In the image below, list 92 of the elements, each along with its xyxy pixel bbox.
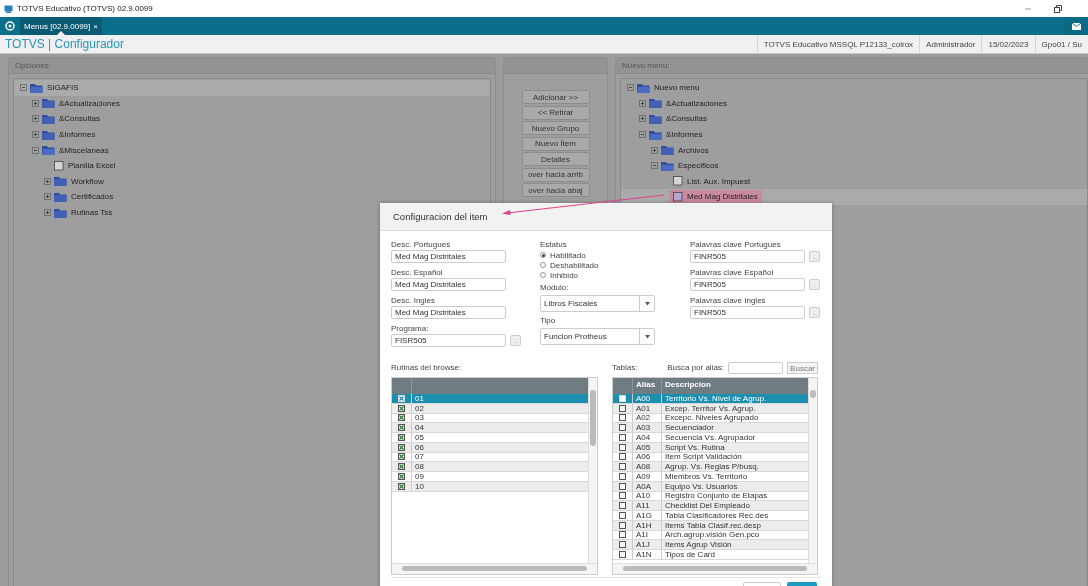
field-label: Estatus [540,240,568,249]
action-button[interactable]: Nuevo Grupo [521,121,590,135]
tree-label: Med Mag Distritales [687,192,758,202]
table-cell: A1J [633,540,662,549]
dialog-title: Configuracion del item [393,211,488,222]
table-cell: A1G [633,511,662,520]
dropdown[interactable]: Libros Fiscales [540,295,655,312]
input-field[interactable]: Med Mag Distritales [391,278,506,291]
field-label: Modulo: [540,283,570,292]
table-cell: A0A [633,481,662,491]
tree-label: Workflow [71,176,104,186]
tree-row[interactable]: Certificados [14,189,490,205]
tree-label: Archivos [678,145,709,155]
tree-row[interactable]: &Miscelaneas [14,142,490,158]
table-cell: A00 [633,394,662,403]
tree-label: &Informes [59,130,96,140]
table-cell: A04 [633,433,662,442]
field-label: Palavras clave Español [690,268,775,277]
input-field[interactable]: FISR505 [391,334,506,347]
field-label: Busca por alias: [667,363,725,372]
table-cell: A03 [633,423,662,432]
field-label: Desc. Portugues [391,240,452,249]
field-label: Tipo [540,316,557,325]
action-button[interactable]: << Retirar [521,105,590,120]
field-label: Programa: [391,324,430,333]
action-button[interactable]: Detalles [521,152,590,166]
radio-label: Habilitado [550,250,586,260]
input-field[interactable]: Med Mag Distritales [391,306,506,319]
tree-row[interactable]: &Actualizaciones [14,95,490,112]
tree-label: &Informes [666,130,703,140]
tree-row[interactable]: Nuevo menu [621,80,1087,96]
tab[interactable]: Menus [02.9.0099] × [20,17,102,35]
tree-row[interactable]: &Actualizaciones [621,95,1087,112]
action-button[interactable]: Nuevo Ítem [521,136,590,151]
table-cell: A1H [633,520,662,530]
tree-label: &Consultas [59,114,100,124]
table-label: Rutinas del browse: [391,363,462,372]
table-cell: A02 [633,413,662,423]
field-label: Palavras clave Portugues [690,240,782,249]
tree-row[interactable]: List. Aux. Impuest [621,173,1087,190]
tree-label: &Consultas [666,114,707,124]
status-text: 15/02/2023 [981,35,1035,53]
table-cell: A1I [633,530,662,540]
table-cell: A08 [633,462,662,471]
table-label: Tablas: [612,363,638,372]
tree-row[interactable]: SIGAFIS [14,80,490,96]
status-text: Gpo01 / Su [1034,35,1088,53]
tree-label: Certificados [71,192,114,202]
input-field[interactable]: FINR505 [690,278,805,291]
tree-row[interactable]: &Informes [14,126,490,143]
close-icon[interactable]: × [93,21,98,31]
action-button[interactable]: over hacia arrib [521,167,590,182]
field-label: Desc. Español [391,268,444,277]
tree-label: &Actualizaciones [59,98,120,108]
tree-row[interactable]: Archivos [621,142,1087,158]
field-label: Palavras clave Ingles [690,296,767,305]
search-button[interactable]: Buscar [787,362,818,374]
tree-row[interactable]: &Consultas [14,111,490,127]
table-cell: A05 [633,442,662,452]
tree-label: Especificos [678,161,719,171]
tree-label: Nuevo menu [654,83,700,93]
tree-label: SIGAFIS [47,83,79,93]
tree-row[interactable]: Planilla Excel [14,157,490,174]
tree-label: &Miscelaneas [59,145,109,155]
table-cell: A10 [633,491,662,501]
radio-label: Inhibido [550,270,579,280]
tree-label: &Actualizaciones [666,98,727,108]
input-field[interactable]: FINR505 [690,306,805,319]
table-cell: A1N [633,550,662,559]
table-cell: A01 [633,403,662,413]
tree-row[interactable]: &Informes [621,126,1087,143]
status-text: Administrador [919,35,982,53]
window-title: TOTVS Educativo (TOTVS) 02.9.0099 [17,4,153,13]
tree-row[interactable]: Med Mag Distritales [621,189,1087,205]
table-cell: A09 [633,472,662,481]
table-cell: A11 [633,501,662,510]
tree-row[interactable]: &Consultas [621,111,1087,127]
status-text: TOTVS Educativo MSSQL P12133_colrox [756,35,920,53]
action-button[interactable]: over hacia abaj [521,183,590,197]
radio-label: Deshabilitado [550,260,599,270]
tree-label: Planilla Excel [68,161,116,171]
tree-label: Rutinas Tss [71,208,113,218]
field-label: Desc. Ingles [391,296,437,305]
tree-label: List. Aux. Impuest [687,176,751,186]
tree-row[interactable]: Especificos [621,157,1087,174]
page-title: TOTVS | Configurador [4,37,125,51]
action-button[interactable]: Adicionar >> [521,90,590,104]
table-cell: A06 [633,452,662,462]
input-field[interactable]: Med Mag Distritales [391,250,506,263]
input-field[interactable]: FINR505 [690,250,805,263]
dropdown[interactable]: Funcion Protheus [540,328,655,345]
tree-row[interactable]: Workflow [14,173,490,190]
